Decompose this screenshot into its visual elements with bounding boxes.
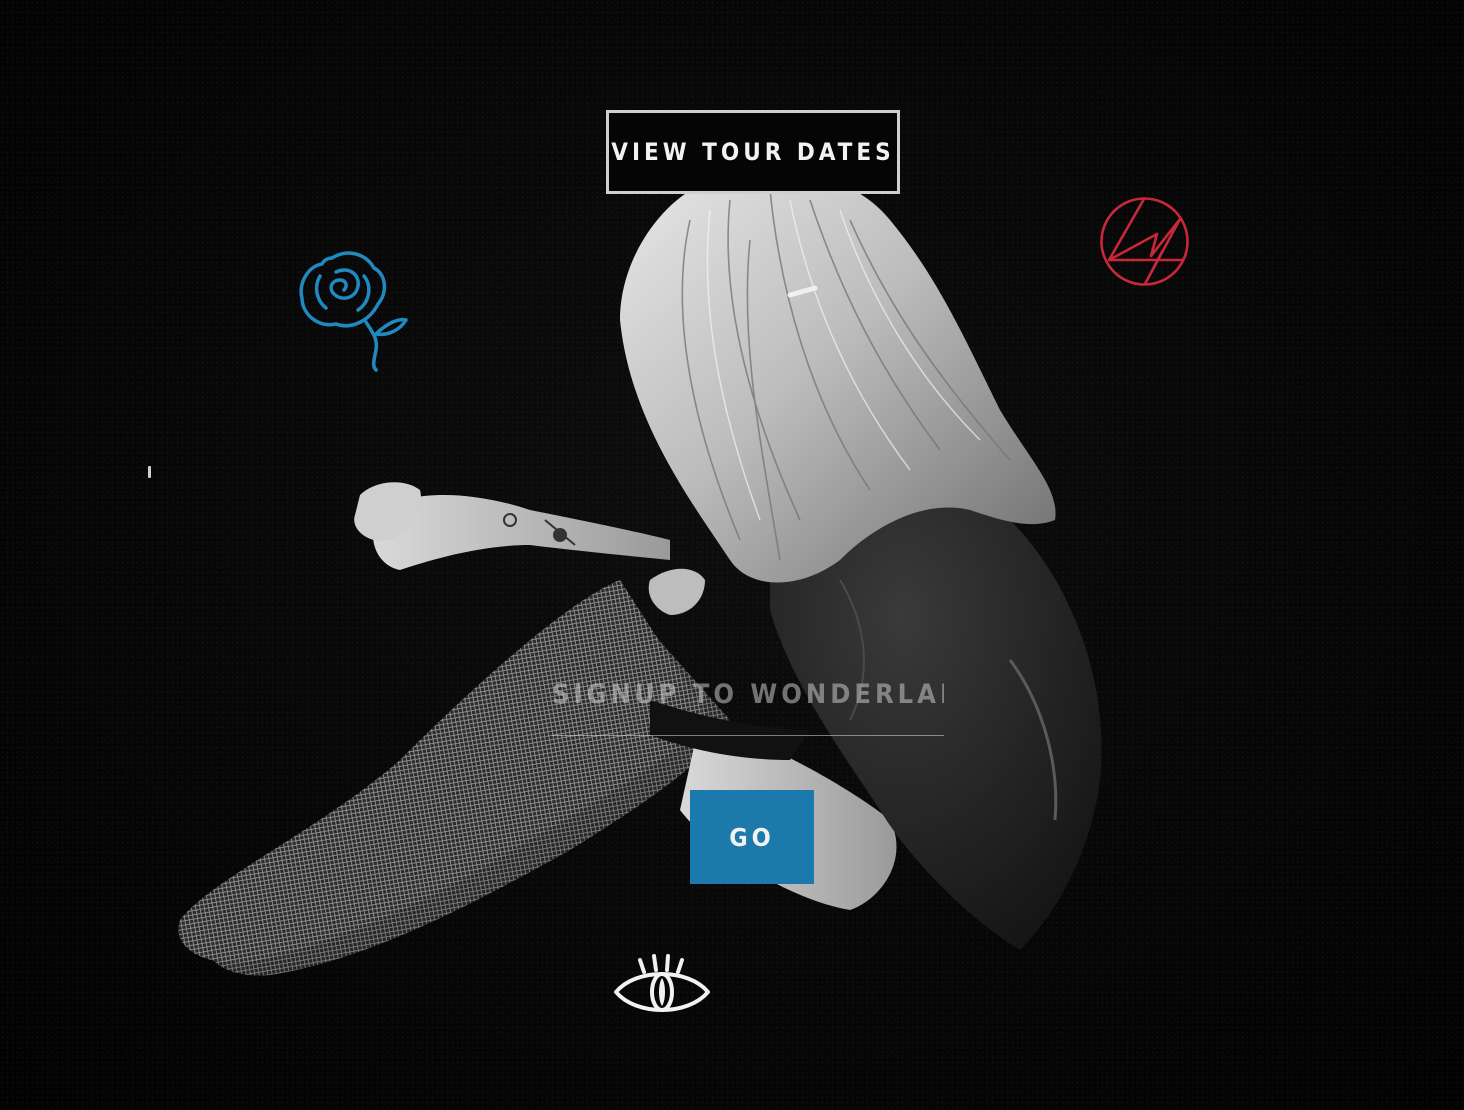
dust-speck [148, 466, 151, 478]
sigil-icon [1100, 197, 1189, 286]
view-tour-dates-button[interactable]: VIEW TOUR DATES [606, 110, 900, 194]
hero-stage: VIEW TOUR DATES GO [0, 0, 1464, 1110]
signup-email-input[interactable] [552, 654, 944, 736]
eye-icon [614, 954, 710, 1012]
rose-icon [299, 251, 408, 372]
go-button[interactable]: GO [690, 790, 814, 884]
